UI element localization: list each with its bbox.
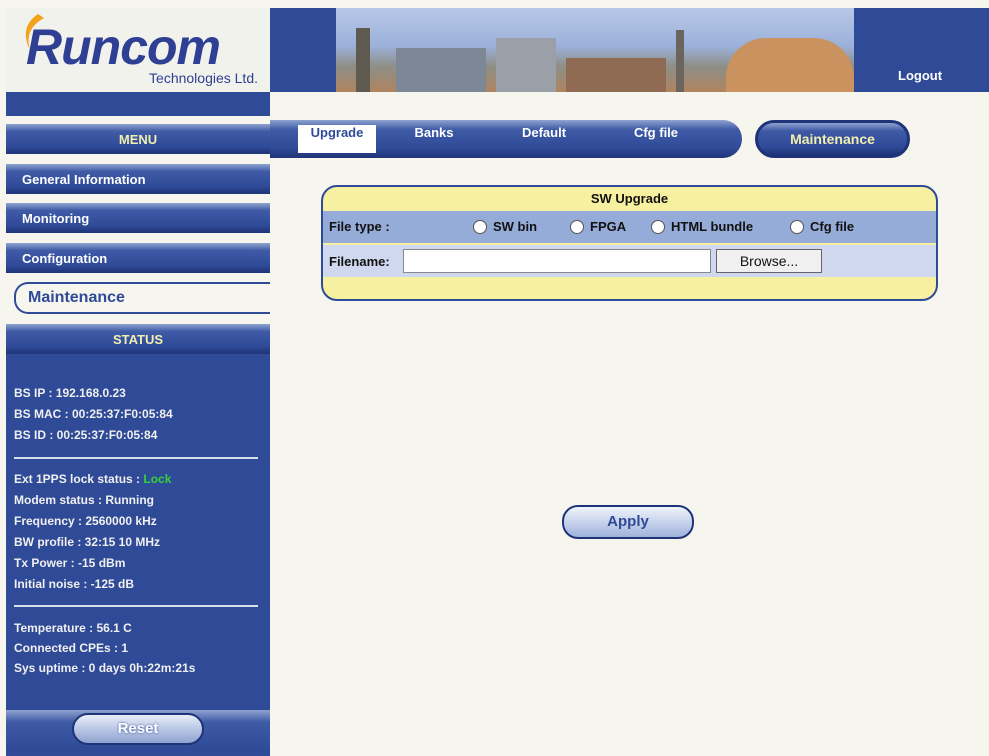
status-header: STATUS	[6, 324, 270, 354]
status-bs-id: BS ID : 00:25:37:F0:05:84	[14, 428, 158, 442]
sidebar-item-label: Maintenance	[28, 289, 125, 306]
radio-circle-icon[interactable]	[651, 219, 665, 234]
section-maintenance-label: Maintenance	[755, 120, 910, 158]
sw-upgrade-panel: SW Upgrade File type : SW bin FPGA HTML …	[321, 185, 938, 301]
logout-link[interactable]: Logout	[898, 68, 942, 83]
menu-title: MENU	[118, 131, 158, 147]
logo-subtext: Technologies Ltd.	[149, 70, 258, 86]
status-temperature: Temperature : 56.1 C	[14, 621, 132, 635]
status-divider	[14, 605, 258, 607]
status-bs-mac: BS MAC : 00:25:37:F0:05:84	[14, 407, 173, 421]
radio-circle-icon[interactable]	[570, 219, 584, 234]
browse-button[interactable]: Browse...	[716, 249, 822, 273]
file-type-row: File type : SW bin FPGA HTML bundle Cfg …	[323, 211, 936, 243]
reset-button[interactable]: Reset	[72, 713, 204, 745]
status-ext-lock-label: Ext 1PPS lock status :	[14, 472, 141, 486]
status-initial-noise: Initial noise : -125 dB	[14, 577, 135, 591]
filename-row: Filename: Browse...	[323, 245, 936, 277]
tab-banks[interactable]: Banks	[388, 125, 480, 153]
sidebar-item-label: General Information	[22, 171, 146, 187]
status-ext-lock-value: Lock	[143, 472, 172, 486]
status-connected-cpes: Connected CPEs : 1	[14, 641, 129, 655]
radio-circle-icon[interactable]	[790, 219, 804, 234]
status-sys-uptime: Sys uptime : 0 days 0h:22m:21s	[14, 661, 196, 675]
logo: Runcom Technologies Ltd.	[6, 8, 270, 92]
tab-cfg-file[interactable]: Cfg file	[606, 125, 706, 153]
sidebar-item-label: Configuration	[22, 250, 108, 266]
radio-label: FPGA	[590, 219, 627, 234]
status-modem: Modem status : Running	[14, 493, 154, 507]
status-bs-ip: BS IP : 192.168.0.23	[14, 386, 126, 400]
file-type-label: File type :	[329, 219, 390, 234]
status-tx-power: Tx Power : -15 dBm	[14, 556, 126, 570]
sidebar-item-monitoring[interactable]: Monitoring	[6, 203, 270, 233]
maintenance-tabs: Upgrade Banks Default Cfg file	[270, 120, 742, 158]
status-title: STATUS	[112, 331, 164, 347]
radio-circle-icon[interactable]	[473, 219, 487, 234]
radio-cfg-file[interactable]: Cfg file	[790, 219, 854, 234]
sw-upgrade-title: SW Upgrade	[590, 191, 669, 206]
tab-upgrade[interactable]: Upgrade	[298, 125, 376, 153]
apply-button[interactable]: Apply	[562, 505, 694, 539]
radio-label: SW bin	[493, 219, 538, 234]
menu-header: MENU	[6, 124, 270, 154]
radio-label: HTML bundle	[671, 219, 754, 234]
sidebar-top-strip	[6, 92, 270, 116]
sidebar-item-label: Monitoring	[22, 210, 90, 226]
logo-text: Runcom	[26, 19, 221, 75]
status-bw-profile: BW profile : 32:15 10 MHz	[14, 535, 161, 549]
radio-html-bundle[interactable]: HTML bundle	[651, 219, 753, 234]
sidebar-item-configuration[interactable]: Configuration	[6, 243, 270, 273]
status-divider	[14, 457, 258, 459]
status-frequency: Frequency : 2560000 kHz	[14, 514, 157, 528]
radio-fpga[interactable]: FPGA	[570, 219, 626, 234]
radio-sw-bin[interactable]: SW bin	[473, 219, 537, 234]
sidebar-item-maintenance[interactable]: Maintenance	[14, 282, 270, 314]
header-banner-image	[336, 8, 854, 92]
filename-input[interactable]	[403, 249, 711, 273]
sidebar-bottom-strip	[6, 750, 270, 756]
sidebar-item-general-information[interactable]: General Information	[6, 164, 270, 194]
status-ext-lock: Ext 1PPS lock status : Lock	[14, 472, 171, 486]
filename-label: Filename:	[329, 254, 390, 269]
radio-label: Cfg file	[810, 219, 855, 234]
tab-default[interactable]: Default	[490, 125, 598, 153]
